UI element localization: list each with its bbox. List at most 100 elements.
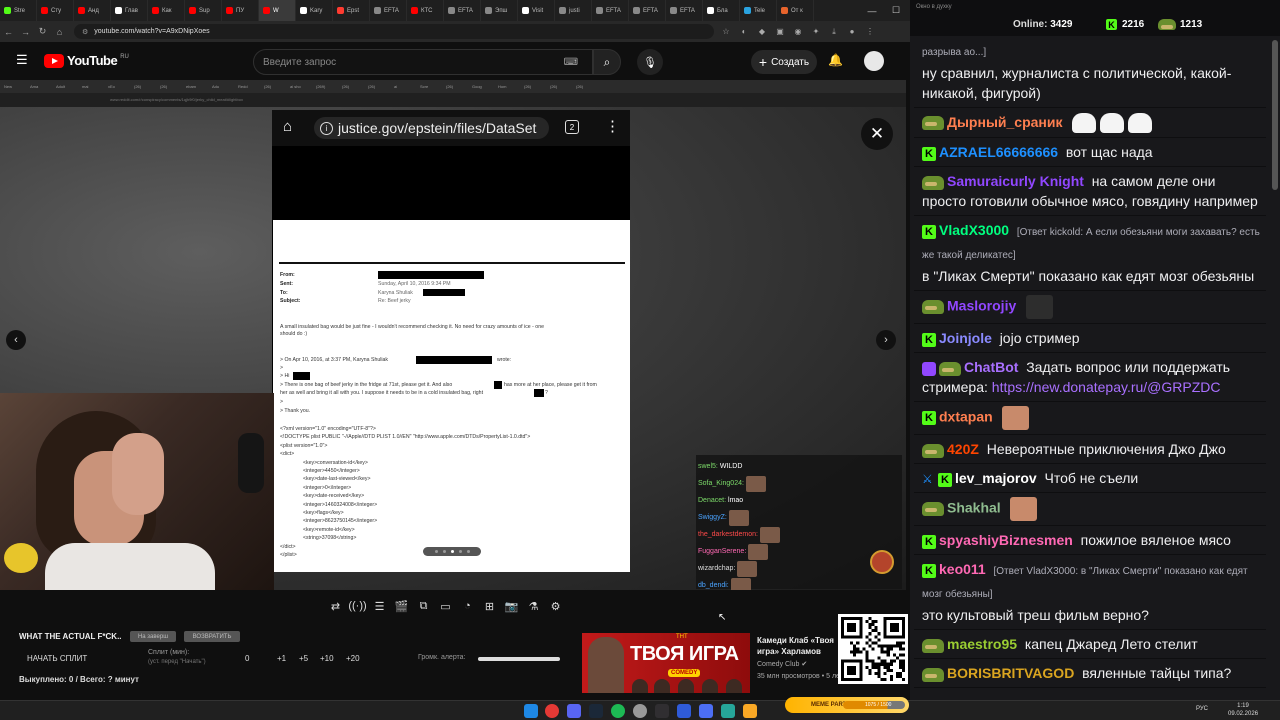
youtube-logo[interactable]: YouTube RU [44, 53, 129, 68]
chat-message[interactable]: разрыва ао...] ну сравнил, журналиста с п… [914, 36, 1266, 108]
browser-tab[interactable]: Epst [333, 0, 370, 21]
audio-wave-icon[interactable]: ((·)) [348, 598, 366, 615]
browser-tab[interactable]: W [259, 0, 296, 21]
lightbox-prev-button[interactable]: ‹ [6, 330, 26, 350]
browser-tab[interactable]: Глав [111, 0, 148, 21]
gear-icon[interactable]: ⚙ [547, 598, 564, 615]
recommended-thumbnail[interactable]: ТНТ ТВОЯ ИГРА COMEDY [582, 633, 750, 693]
browser-tab[interactable]: Бла [703, 0, 740, 21]
forward-icon[interactable]: → [17, 27, 34, 37]
finish-pill-button[interactable]: На заверш [130, 631, 176, 642]
chat-username[interactable]: Maslorojiy [947, 298, 1016, 314]
browser-tab[interactable]: Как [148, 0, 185, 21]
video-player[interactable]: New Ama Adult mai xEo (26) (26) ebam Adu Redd (26)… [0, 80, 906, 590]
app-icon[interactable] [699, 704, 713, 718]
browser-tab[interactable]: Stre [0, 0, 37, 21]
browser-tab[interactable]: Sup [185, 0, 222, 21]
split-value-button[interactable]: +5 [299, 654, 308, 663]
recommended-channel[interactable]: Comedy Club ✔ [757, 660, 807, 668]
chat-username[interactable]: 420Z [947, 441, 979, 457]
browser-tab[interactable]: EFTA [666, 0, 703, 21]
chat-message[interactable]: ⚔ Klev_majorov Чтоб не съели [914, 464, 1266, 494]
chat-scrollbar[interactable] [1272, 40, 1278, 190]
keyboard-icon[interactable]: ⌨ [564, 57, 578, 68]
split-value-button[interactable]: +20 [346, 654, 360, 663]
notifications-bell-icon[interactable]: 🔔 [828, 53, 843, 67]
home-icon[interactable]: ⌂ [51, 27, 68, 37]
chat-username[interactable]: VladX3000 [939, 222, 1009, 238]
obs-icon[interactable] [655, 704, 669, 718]
camera-icon[interactable]: 📷 [503, 598, 520, 615]
hamburger-menu-icon[interactable]: ☰ [16, 53, 30, 66]
theater-icon[interactable]: ▭ [437, 598, 454, 615]
search-button[interactable]: ⌕ [593, 49, 621, 75]
browser-tab[interactable]: Visit [518, 0, 555, 21]
chat-username[interactable]: Дырный_сраник [947, 114, 1062, 130]
browser-tab[interactable]: Tele [740, 0, 777, 21]
keyboard-language[interactable]: РУС [1196, 706, 1208, 712]
reload-icon[interactable]: ↻ [34, 26, 51, 37]
chrome-icon[interactable] [545, 704, 559, 718]
browser-tab[interactable]: КТС [407, 0, 444, 21]
chat-username[interactable]: ChatBot [964, 359, 1018, 375]
extension-icon[interactable]: ◐ [738, 27, 750, 37]
start-split-button[interactable]: НАЧАТЬ СПЛИТ [27, 654, 87, 663]
page-dot-active[interactable] [450, 550, 454, 553]
chat-message[interactable]: KspyashiyBiznesmen пожилое вяленое мясо [914, 526, 1266, 556]
system-clock[interactable]: 1:19 09.02.2026 [1228, 702, 1258, 718]
page-dot[interactable] [458, 550, 462, 553]
chat-username[interactable]: Shakhal [947, 500, 1001, 516]
browser-tab[interactable]: Kary [296, 0, 333, 21]
steam-icon[interactable] [589, 704, 603, 718]
chat-message[interactable]: K Joinjole jojo стример [914, 324, 1266, 354]
miniplayer-icon[interactable]: ⧉ [415, 598, 432, 615]
voice-search-button[interactable]: 🎙 [637, 49, 663, 75]
chat-message[interactable]: 420Z Невероятные приключения Джо Джо [914, 435, 1266, 465]
chat-message[interactable]: Shakhal [914, 493, 1266, 527]
browser-tab[interactable]: Анд [74, 0, 111, 21]
lightbox-next-button[interactable]: › [876, 330, 896, 350]
app-icon[interactable] [633, 704, 647, 718]
windows-start-icon[interactable] [524, 704, 538, 718]
chat-message[interactable]: K VladX3000 [Ответ kickold: А если обезья… [914, 216, 1266, 292]
back-icon[interactable]: ← [0, 27, 17, 37]
loop-icon[interactable]: ⇄ [327, 598, 344, 615]
chat-username[interactable]: dxtapan [939, 409, 993, 425]
profile-icon[interactable]: ● [846, 27, 858, 37]
account-avatar[interactable] [864, 51, 884, 71]
browser-tab[interactable]: Сту [37, 0, 74, 21]
puzzle-icon[interactable]: ✦ [810, 27, 822, 37]
extension-icon[interactable]: ▣ [774, 27, 786, 37]
page-dot[interactable] [434, 550, 438, 553]
split-value-button[interactable]: +10 [320, 654, 334, 663]
discord-icon[interactable] [567, 704, 581, 718]
chat-username[interactable]: AZRAEL66666666 [939, 144, 1058, 160]
split-value-button[interactable]: +1 [277, 654, 286, 663]
add-icon[interactable]: ⊞ [481, 598, 498, 615]
chat-message[interactable]: Дырный_сраник [914, 108, 1266, 139]
flask-icon[interactable]: ⚗ [525, 598, 542, 615]
chat-message[interactable]: maestro95 капец Джаред Лето стелит [914, 630, 1266, 660]
split-value-button[interactable]: 0 [245, 654, 249, 663]
maximize-button[interactable]: ☐ [882, 0, 910, 21]
chat-message[interactable]: Maslorojiy [914, 291, 1266, 325]
return-pill-button[interactable]: ВОЗВРАТИТЬ [184, 631, 240, 642]
page-dot[interactable] [442, 550, 446, 553]
chat-username[interactable]: Joinjole [939, 330, 992, 346]
app-icon[interactable] [677, 704, 691, 718]
chat-message[interactable]: K AZRAEL66666666 вот щас нада [914, 138, 1266, 168]
chat-username[interactable]: BORISBRITVAGOD [947, 665, 1074, 681]
chat-message-list[interactable]: разрыва ао...] ну сравнил, журналиста с п… [914, 36, 1266, 689]
lightbox-page-dots[interactable] [423, 547, 481, 556]
lightbox-close-button[interactable]: ✕ [861, 118, 893, 150]
search-input[interactable]: Введите запрос ⌨ [253, 49, 593, 75]
browser-tab[interactable]: EFTA [629, 0, 666, 21]
clapper-icon[interactable]: 🎬 [393, 598, 410, 615]
url-field[interactable]: ⚙ youtube.com/watch?v=A9xDNipXoes [74, 24, 714, 39]
browser-tab[interactable]: EFTA [592, 0, 629, 21]
playlist-icon[interactable]: ☰ [371, 598, 388, 615]
browser-tab[interactable]: justi [555, 0, 592, 21]
chat-username[interactable]: spyashiyBiznesmen [939, 532, 1073, 548]
bookmark-star-icon[interactable]: ☆ [720, 27, 732, 37]
chat-message[interactable]: ChatBot Задать вопрос или поддержать стр… [914, 353, 1266, 403]
